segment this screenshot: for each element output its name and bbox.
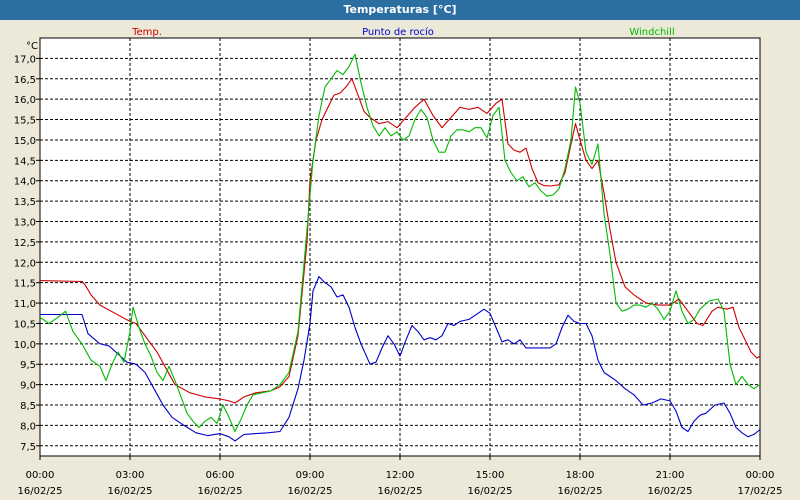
legend-entry-2: Windchill <box>629 27 674 38</box>
chart-window: Temperaturas [°C] 7,5 8,0 8,5 9,0 9,5 10,0 10,… <box>0 0 800 500</box>
y-tick-label: 13,0 <box>14 218 36 229</box>
x-tick-date: 16/02/25 <box>468 486 513 497</box>
x-tick-time: 21:00 <box>656 470 685 481</box>
x-tick-date: 16/02/25 <box>648 486 693 497</box>
y-tick-label: 8,5 <box>20 401 36 412</box>
x-tick-time: 12:00 <box>386 470 415 481</box>
y-tick-label: 12,5 <box>14 238 36 249</box>
x-tick-time: 18:00 <box>566 470 595 481</box>
temperature-chart: 7,5 8,0 8,5 9,0 9,5 10,0 10,5 11,0 11,5 12,0 12,5 1… <box>14 26 783 497</box>
x-tick-date: 16/02/25 <box>558 486 603 497</box>
y-tick-label: 16,0 <box>14 95 36 106</box>
y-tick-label: 12,0 <box>14 258 36 269</box>
x-tick-time: 06:00 <box>206 470 235 481</box>
y-tick-label: 16,5 <box>14 75 36 86</box>
y-tick-label: 10,0 <box>14 340 36 351</box>
y-tick-label: 14,0 <box>14 177 36 188</box>
y-tick-label: 7,5 <box>20 442 36 453</box>
x-tick-date: 16/02/25 <box>378 486 423 497</box>
x-tick-date: 17/02/25 <box>738 486 783 497</box>
y-tick-label: 17,0 <box>14 54 36 65</box>
y-tick-label: 10,5 <box>14 319 36 330</box>
y-tick-label: 8,0 <box>20 421 36 432</box>
y-tick-label: 11,0 <box>14 299 36 310</box>
x-axis: 00:00 16/02/25 03:00 16/02/25 06:00 16/02/25 0… <box>18 456 783 497</box>
legend: Temp. Punto de rocío Windchill <box>131 26 675 38</box>
x-tick-date: 16/02/25 <box>18 486 63 497</box>
y-axis-unit-label: °C <box>26 41 38 52</box>
y-tick-label: 11,5 <box>14 279 36 290</box>
y-tick-label: 14,5 <box>14 156 36 167</box>
y-tick-label: 15,5 <box>14 116 36 127</box>
x-tick-time: 09:00 <box>296 470 325 481</box>
x-tick-time: 15:00 <box>476 470 505 481</box>
x-tick-date: 16/02/25 <box>108 486 153 497</box>
legend-entry-0: Temp. <box>131 27 162 38</box>
legend-entry-1: Punto de rocío <box>362 26 434 38</box>
x-tick-date: 16/02/25 <box>288 486 333 497</box>
x-tick-time: 00:00 <box>26 470 55 481</box>
y-tick-label: 9,5 <box>20 360 36 371</box>
x-tick-date: 16/02/25 <box>198 486 243 497</box>
x-tick-time: 00:00 <box>746 470 775 481</box>
y-axis: 7,5 8,0 8,5 9,0 9,5 10,0 10,5 11,0 11,5 12,0 12,5 1… <box>14 54 40 453</box>
y-tick-label: 9,0 <box>20 381 36 392</box>
y-tick-label: 13,5 <box>14 197 36 208</box>
x-tick-time: 03:00 <box>116 470 145 481</box>
y-tick-label: 15,0 <box>14 136 36 147</box>
